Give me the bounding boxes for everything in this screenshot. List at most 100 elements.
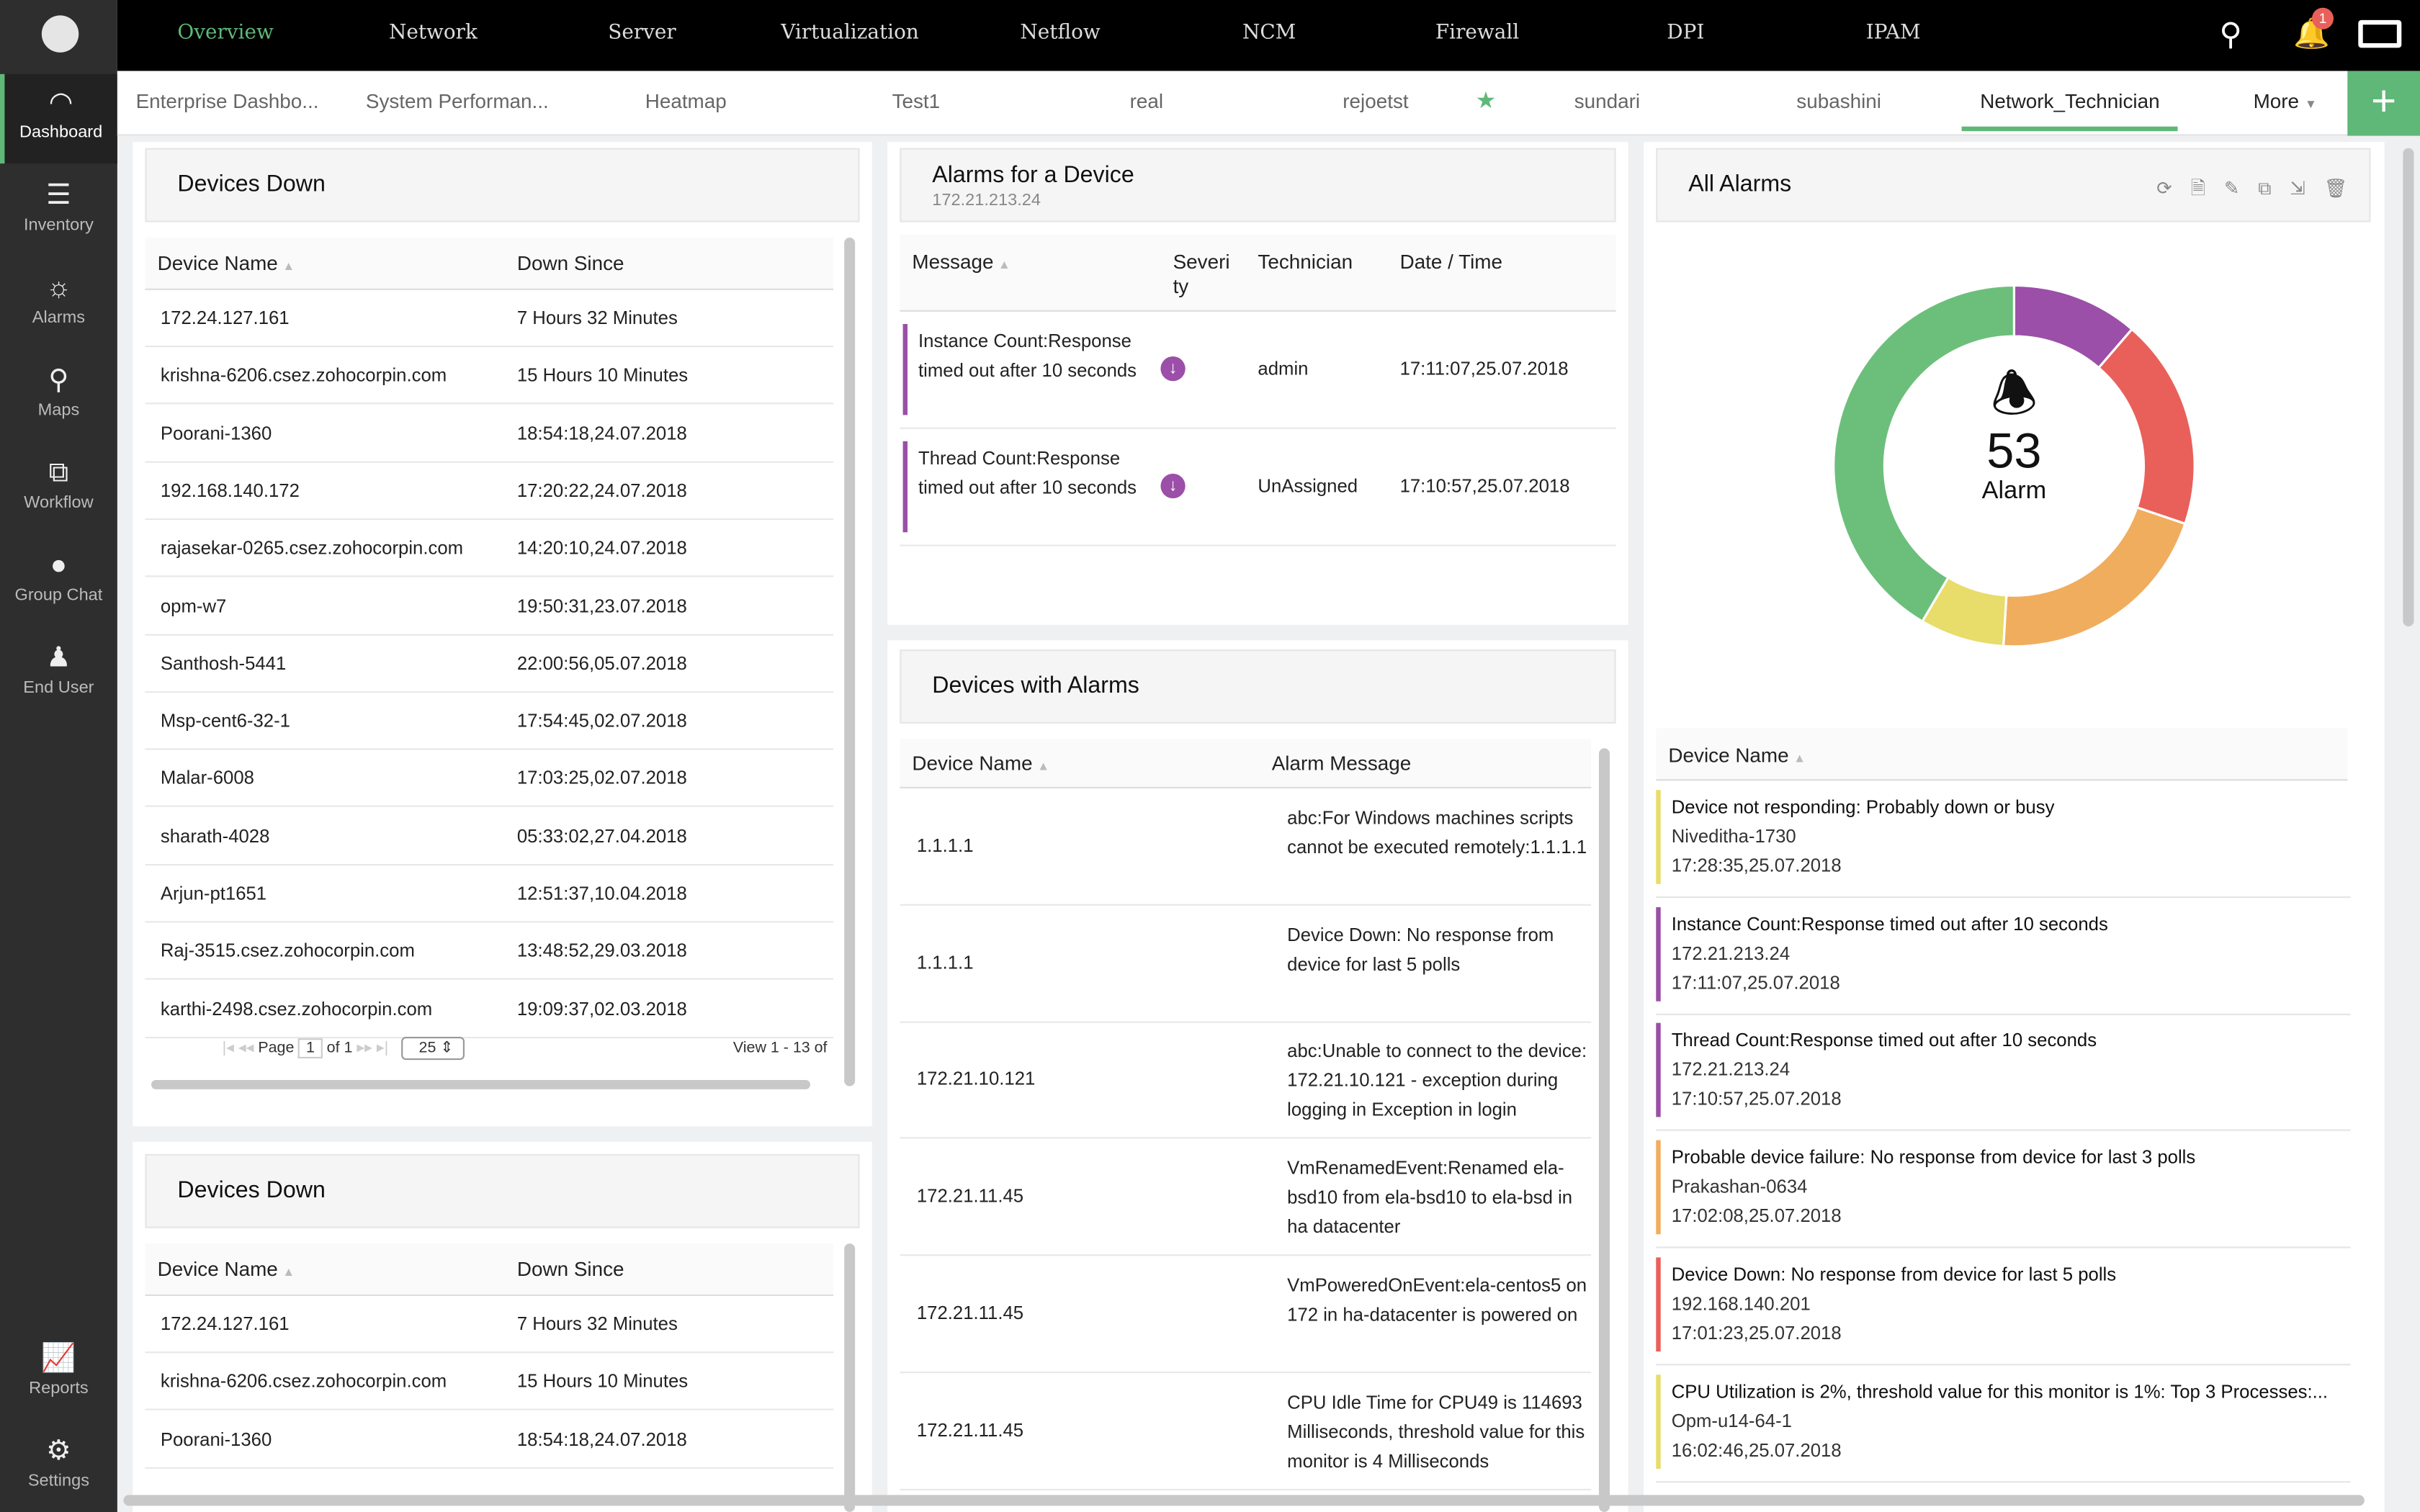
device-name[interactable]: Poorani-1360 [161, 422, 272, 444]
nav-ncm[interactable]: NCM [1242, 22, 1296, 45]
page-vertical-scrollbar[interactable] [2403, 148, 2414, 626]
resize-icon[interactable]: ⇲ [2290, 177, 2305, 199]
next-page-icon[interactable]: ▸▸ ▸| [357, 1040, 388, 1057]
page-input[interactable]: 1 [298, 1038, 323, 1058]
vertical-scrollbar[interactable] [1599, 748, 1610, 1512]
alarm-list-item[interactable]: Instance Count:Response timed out after … [1656, 897, 2351, 1015]
tab-test1[interactable]: Test1 [892, 89, 941, 112]
table-row[interactable]: 192.168.140.172 17:20:22,24.07.2018 [145, 463, 834, 520]
page-size-select[interactable]: 25 ⇕ [401, 1036, 465, 1061]
table-row[interactable]: 172.21.11.45 CPU Idle Time for CPU49 is 1… [900, 1372, 1592, 1490]
col-device-name[interactable]: Device Name ▲ [158, 1257, 295, 1280]
table-row[interactable]: 172.21.11.45 VmRenamedEvent:Renamed ela-b… [900, 1139, 1592, 1256]
col-down-since[interactable]: Down Since [517, 1257, 624, 1280]
table-row[interactable]: 1.1.1.1 Device Down: No response from dev… [900, 905, 1592, 1023]
table-row[interactable]: Poorani-1360 18:54:18,24.07.2018 [145, 1411, 834, 1469]
sidebar-item-reports[interactable]: 📈 Reports [0, 1330, 117, 1419]
nav-dpi[interactable]: DPI [1667, 22, 1704, 45]
col-device-name[interactable]: Device Name ▲ [158, 251, 295, 274]
refresh-icon[interactable]: ⟳ [2156, 177, 2172, 199]
sidebar-item-group-chat[interactable]: ● Group Chat [0, 537, 117, 626]
nav-netflow[interactable]: Netflow [1020, 22, 1100, 45]
tab-subashini[interactable]: subashini [1796, 89, 1881, 112]
tab-system-performan-[interactable]: System Performan... [366, 89, 549, 112]
alarm-device[interactable]: 192.168.140.201 [1672, 1290, 2351, 1319]
sidebar-item-workflow[interactable]: ⧉ Workflow [0, 444, 117, 534]
nav-firewall[interactable]: Firewall [1435, 22, 1519, 45]
col-datetime[interactable]: Date / Time [1400, 250, 1502, 273]
sidebar-item-inventory[interactable]: ☰ Inventory [0, 166, 117, 256]
device-name[interactable]: 172.21.11.45 [917, 1185, 1023, 1207]
table-row[interactable]: Malar-6008 17:03:25,02.07.2018 [145, 750, 834, 808]
table-row[interactable]: 172.21.10.121 abc:Unable to connect to th… [900, 1022, 1592, 1140]
tab-real[interactable]: real [1130, 89, 1163, 112]
sidebar-item-settings[interactable]: ⚙ Settings [0, 1423, 117, 1512]
donut-slice-critical[interactable] [2097, 327, 2196, 526]
table-row[interactable]: krishna-6206.csez.zohocorpin.com 15 Hours… [145, 348, 834, 405]
col-technician[interactable]: Technician [1258, 250, 1353, 273]
alarm-row[interactable]: Instance Count:Response timed out after … [900, 312, 1616, 429]
donut-slice-major[interactable] [2002, 505, 2187, 648]
alarm-list-item[interactable]: Device Down: No response from device for… [1656, 1248, 2351, 1365]
device-name[interactable]: krishna-6206.csez.zohocorpin.com [161, 1370, 447, 1392]
star-icon[interactable]: ★ [1476, 86, 1497, 114]
sidebar-item-dashboard[interactable]: ◠ Dashboard [0, 73, 117, 164]
vertical-scrollbar[interactable] [844, 238, 856, 1086]
alarm-list-item[interactable]: Thread Count:Response timed out after 10… [1656, 1014, 2351, 1132]
more-tabs-button[interactable]: More ▼ [2254, 89, 2317, 112]
alarm-list-item[interactable]: Device not responding: Probably down or … [1656, 780, 2351, 899]
device-name[interactable]: 1.1.1.1 [917, 951, 974, 973]
device-name[interactable]: krishna-6206.csez.zohocorpin.com [161, 364, 447, 386]
col-device-name[interactable]: Device Name ▲ [1668, 744, 1806, 767]
device-name[interactable]: 1.1.1.1 [917, 834, 974, 856]
sidebar-item-alarms[interactable]: ☼ Alarms [0, 259, 117, 348]
add-dashboard-button[interactable]: + [2347, 71, 2420, 136]
alarm-device[interactable]: 172.21.213.24 [1672, 1056, 2351, 1086]
table-row[interactable]: 172.21.11.45 VmPoweredOnEvent:ela-centos5… [900, 1256, 1592, 1373]
device-name[interactable]: Msp-cent6-32-1 [161, 710, 290, 732]
alarm-device[interactable]: Opm-u14-64-1 [1672, 1406, 2351, 1436]
edit-icon[interactable]: ✎ [2224, 177, 2240, 199]
nav-server[interactable]: Server [608, 22, 676, 45]
horizontal-scrollbar[interactable] [151, 1080, 810, 1089]
table-row[interactable]: Poorani-1360 18:54:18,24.07.2018 [145, 405, 834, 462]
alarm-device[interactable]: Niveditha-1730 [1672, 822, 2351, 852]
col-down-since[interactable]: Down Since [517, 251, 624, 274]
tab-network-technician[interactable]: Network_Technician [1961, 89, 2179, 132]
table-row[interactable]: Raj-3515.csez.zohocorpin.com 13:48:52,29.… [145, 923, 834, 981]
device-name[interactable]: karthi-2498.csez.zohocorpin.com [161, 998, 432, 1020]
sidebar-item-end-user[interactable]: ♟ End User [0, 629, 117, 719]
alarm-device[interactable]: 172.21.213.24 [1672, 939, 2351, 968]
device-name[interactable]: 172.21.11.45 [917, 1418, 1023, 1440]
first-page-icon[interactable]: |◂ ◂◂ [223, 1040, 254, 1057]
table-row[interactable]: opm-w7 19:50:31,23.07.2018 [145, 578, 834, 635]
table-row[interactable]: krishna-6206.csez.zohocorpin.com 15 Hours… [145, 1354, 834, 1411]
alarm-list-item[interactable]: CPU Utilization is 2%, threshold value f… [1656, 1364, 2351, 1482]
alarm-list-item[interactable]: Probable device failure: No response fro… [1656, 1131, 2351, 1248]
nav-ipam[interactable]: IPAM [1866, 22, 1921, 45]
tab-rejoetst[interactable]: rejoetst [1343, 89, 1408, 112]
device-name[interactable]: 172.21.11.45 [917, 1302, 1023, 1323]
table-row[interactable]: 172.24.127.161 7 Hours 32 Minutes [145, 290, 834, 348]
tab-enterprise-dashbo-[interactable]: Enterprise Dashbo... [136, 89, 319, 112]
alarm-device[interactable]: Prakashan-0634 [1672, 1173, 2351, 1202]
table-row[interactable]: karthi-2498.csez.zohocorpin.com 19:09:37,… [145, 981, 834, 1038]
nav-overview[interactable]: Overview [177, 22, 273, 45]
device-name[interactable]: sharath-4028 [161, 825, 270, 847]
user-avatar[interactable] [41, 15, 79, 53]
device-name[interactable]: 192.168.140.172 [161, 480, 300, 501]
delete-icon[interactable]: 🗑 [2324, 177, 2348, 199]
device-name[interactable]: 172.21.10.121 [917, 1068, 1035, 1090]
table-row[interactable]: 172.24.127.161 7 Hours 32 Minutes [145, 1296, 834, 1354]
device-name[interactable]: Santhosh-5441 [161, 652, 286, 674]
device-name[interactable]: Malar-6008 [161, 768, 254, 789]
nav-network[interactable]: Network [389, 22, 478, 45]
device-name[interactable]: 172.24.127.161 [161, 307, 290, 328]
col-severity[interactable]: Severi ty [1173, 250, 1235, 300]
col-device-name[interactable]: Device Name ▲ [912, 752, 1049, 775]
device-name[interactable]: Arjun-pt1651 [161, 883, 266, 904]
table-row[interactable]: rajasekar-0265.csez.zohocorpin.com 14:20:… [145, 521, 834, 577]
device-name[interactable]: opm-w7 [161, 595, 226, 616]
nav-virtualization[interactable]: Virtualization [781, 22, 919, 45]
tab-sundari[interactable]: sundari [1574, 89, 1640, 112]
